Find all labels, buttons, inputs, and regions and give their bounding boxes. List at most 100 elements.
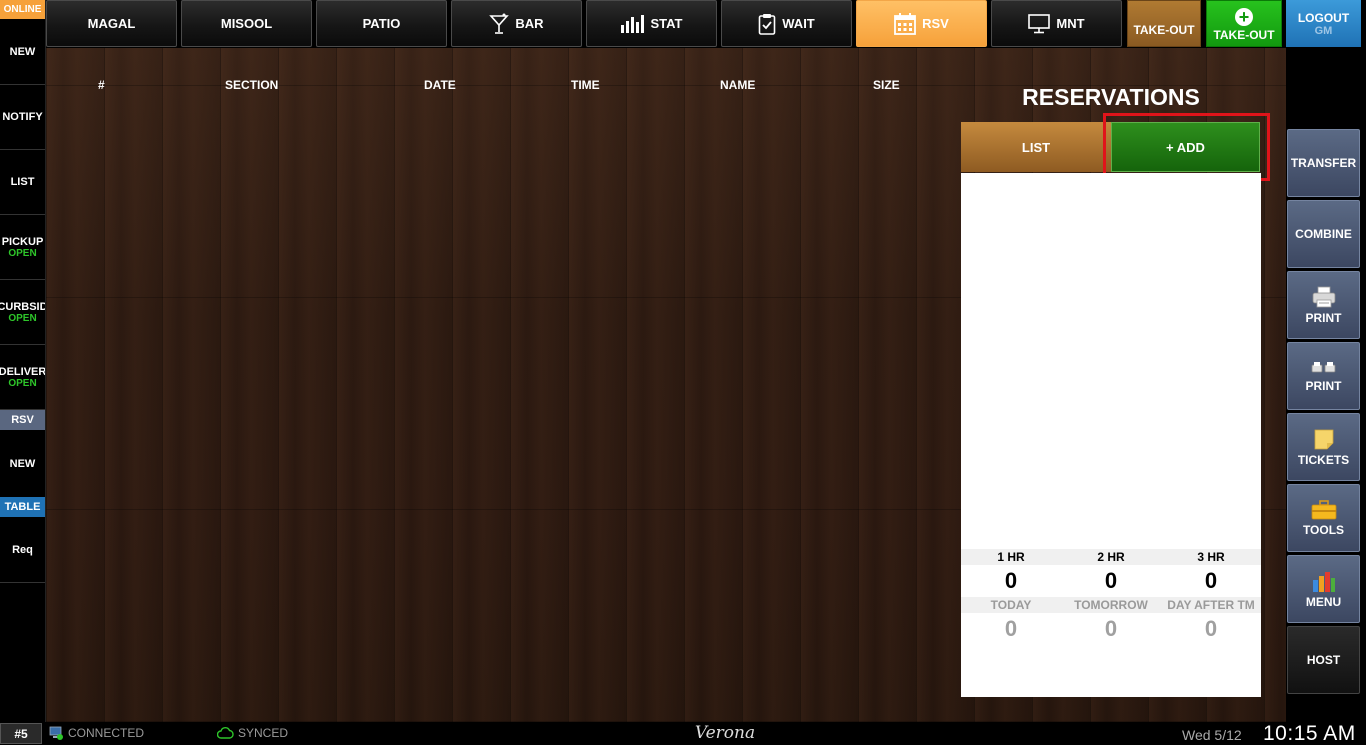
takeout-label: TAKE-OUT [1213, 28, 1275, 42]
tab-label: PATIO [362, 16, 401, 31]
add-reservation-button[interactable]: + ADD [1111, 122, 1260, 172]
sidebar-item-rsv-new[interactable]: NEW [0, 431, 45, 496]
tab-bar[interactable]: BAR [451, 0, 582, 47]
cloud-icon [217, 727, 234, 739]
column-header-size[interactable]: SIZE [873, 78, 900, 92]
transfer-label: TRANSFER [1290, 156, 1357, 170]
tab-stat[interactable]: STAT [586, 0, 717, 47]
combine-label: COMBINE [1295, 227, 1352, 241]
toolbox-icon [1311, 499, 1336, 519]
hour-label: 1 HR [997, 550, 1025, 564]
sidebar-item-pickup[interactable]: PICKUP OPEN [0, 215, 45, 280]
column-header-date[interactable]: DATE [424, 78, 456, 92]
hour-count: 0 [1004, 568, 1018, 593]
tab-label: BAR [515, 16, 544, 31]
sidebar-item-req[interactable]: Req [0, 518, 45, 583]
tools-button[interactable]: TOOLS [1287, 484, 1360, 552]
transfer-button[interactable]: TRANSFER [1287, 129, 1360, 197]
tab-misool[interactable]: MISOOL [181, 0, 312, 47]
sidebar-item-label: PICKUP [1, 235, 44, 248]
tab-mnt[interactable]: MNT [991, 0, 1122, 47]
print-button[interactable]: PRINT [1287, 271, 1360, 339]
sidebar-item-label: CURBSID [0, 300, 45, 313]
hour-label: 3 HR [1197, 550, 1225, 564]
sidebar-item-label: DELIVER [0, 365, 45, 378]
tab-label: RSV [922, 16, 949, 31]
printer-icon [1312, 286, 1335, 307]
day-count: 0 [1004, 616, 1018, 641]
venue-name: Verona [694, 723, 756, 743]
tools-label: TOOLS [1302, 522, 1345, 537]
tab-label: MAGAL [87, 16, 136, 31]
day-count: 0 [1104, 616, 1118, 641]
column-header-number[interactable]: # [98, 78, 105, 92]
menu-button[interactable]: MENU [1287, 555, 1360, 623]
logout-button[interactable]: LOGOUT GM [1286, 0, 1361, 47]
sidebar-item-list[interactable]: LIST [0, 150, 45, 215]
tickets-button[interactable]: TICKETS [1287, 413, 1360, 481]
print-kitchen-button[interactable]: PRINT [1287, 342, 1360, 410]
sidebar-item-curbside[interactable]: CURBSID OPEN [0, 280, 45, 345]
takeout-orders-button[interactable]: TAKE-OUT [1127, 0, 1201, 47]
tickets-label: TICKETS [1297, 452, 1350, 467]
tab-label: STAT [650, 16, 683, 31]
network-icon [49, 726, 63, 740]
reservation-list-panel[interactable]: 1 HR 2 HR 3 HR 0 0 0 TODAY TOMORROW DAY … [961, 173, 1261, 697]
current-time: 10:15 AM [1263, 722, 1356, 745]
sidebar-item-new[interactable]: NEW [0, 20, 45, 85]
terminal-number: #5 [0, 723, 42, 744]
tab-magal[interactable]: MAGAL [46, 0, 177, 47]
column-header-time[interactable]: TIME [571, 78, 600, 92]
list-button-label: LIST [1021, 139, 1051, 155]
sidebar-item-label: NEW [9, 457, 36, 470]
print-label: PRINT [1305, 310, 1342, 325]
hour-values-row: 0 0 0 [961, 567, 1261, 595]
day-label: TODAY [990, 598, 1032, 612]
monitor-icon [1028, 13, 1051, 33]
sidebar-item-label: NOTIFY [2, 111, 43, 123]
status-bar: #5 CONNECTED SYNCED Verona Wed 5/12 10:1… [0, 722, 1366, 745]
menu-label: MENU [1305, 594, 1342, 609]
column-header-section[interactable]: SECTION [225, 78, 278, 92]
connection-status: CONNECTED [48, 726, 144, 740]
current-date: Wed 5/12 [1182, 727, 1242, 743]
sticky-note-icon [1314, 429, 1333, 449]
tab-label: WAIT [782, 16, 815, 31]
tab-label: MISOOL [220, 16, 273, 31]
day-label: DAY AFTER TM [1167, 598, 1255, 612]
print-label: PRINT [1305, 378, 1342, 393]
sync-status: SYNCED [217, 726, 288, 740]
hour-count: 0 [1204, 568, 1218, 593]
plus-icon: + [1235, 8, 1253, 26]
new-takeout-button[interactable]: + TAKE-OUT [1206, 0, 1282, 47]
tab-rsv[interactable]: RSV [856, 0, 987, 47]
table-section-badge: TABLE [0, 497, 45, 517]
reservations-title: RESERVATIONS [1022, 84, 1200, 110]
left-sidebar: ONLINE NEW NOTIFY LIST PICKUP OPEN CURBS… [0, 0, 46, 722]
sidebar-item-label: LIST [10, 176, 35, 188]
rsv-section-badge: RSV [0, 410, 45, 430]
day-count: 0 [1204, 616, 1218, 641]
column-header-name[interactable]: NAME [720, 78, 755, 92]
day-label: TOMORROW [1074, 598, 1148, 612]
online-badge[interactable]: ONLINE [0, 0, 45, 19]
sidebar-item-notify[interactable]: NOTIFY [0, 85, 45, 150]
logout-label: LOGOUT [1297, 10, 1350, 25]
sidebar-item-label: NEW [9, 46, 36, 58]
clipboard-icon [758, 13, 776, 35]
list-button[interactable]: LIST [961, 122, 1111, 172]
combine-button[interactable]: COMBINE [1287, 200, 1360, 268]
hour-labels-row: 1 HR 2 HR 3 HR [961, 549, 1261, 565]
logged-user: GM [1314, 24, 1333, 37]
host-button[interactable]: HOST [1287, 626, 1360, 694]
takeout-label: TAKE-OUT [1133, 23, 1195, 37]
sidebar-item-delivery[interactable]: DELIVER OPEN [0, 345, 45, 410]
top-bar: MAGAL MISOOL PATIO BAR STAT WAIT RSV MNT… [46, 0, 1361, 48]
synced-label: SYNCED [238, 726, 289, 740]
printers-icon [1311, 361, 1335, 372]
tab-patio[interactable]: PATIO [316, 0, 447, 47]
hour-count: 0 [1104, 568, 1118, 593]
tab-wait[interactable]: WAIT [721, 0, 852, 47]
calendar-icon [894, 12, 917, 35]
host-label: HOST [1306, 653, 1341, 667]
